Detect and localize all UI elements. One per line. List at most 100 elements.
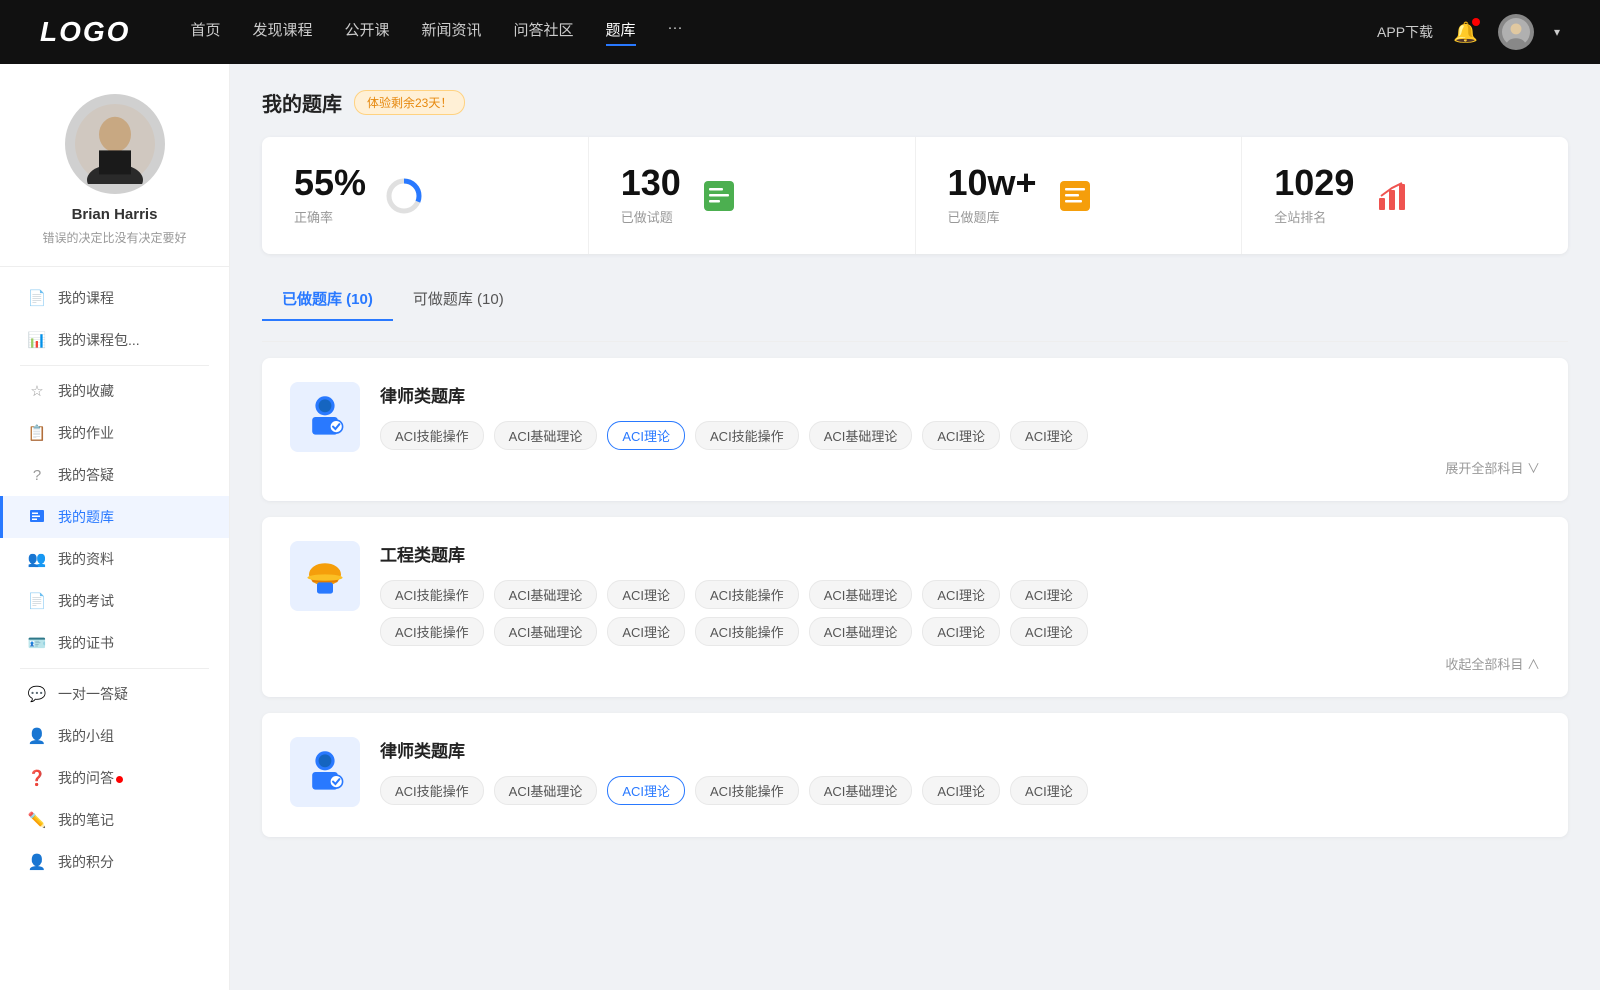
sidebar-item-myexam[interactable]: 📄 我的考试	[0, 580, 229, 622]
bank-tag-2-2[interactable]: ACI理论	[607, 580, 685, 609]
bank-tag-1-3[interactable]: ACI技能操作	[695, 421, 799, 450]
page-title: 我的题库	[262, 88, 342, 117]
main-content: 我的题库 体验剩余23天！ 55% 正确率	[230, 64, 1600, 990]
bank-tag-1-5[interactable]: ACI理论	[922, 421, 1000, 450]
sidebar: Brian Harris 错误的决定比没有决定要好 📄 我的课程 📊 我的课程包…	[0, 64, 230, 990]
sidebar-user-motto: 错误的决定比没有决定要好	[20, 229, 209, 246]
bank-tag-2-0[interactable]: ACI技能操作	[380, 580, 484, 609]
sidebar-label-mydata: 我的资料	[58, 549, 114, 569]
bank-tag-2-1[interactable]: ACI基础理论	[494, 580, 598, 609]
notification-bell[interactable]: 🔔	[1453, 20, 1478, 45]
bank-tag-2b-3[interactable]: ACI技能操作	[695, 617, 799, 646]
sidebar-item-mycert[interactable]: 🪪 我的证书	[0, 622, 229, 664]
nav-qa[interactable]: 问答社区	[514, 19, 574, 46]
homework-icon: 📋	[28, 424, 46, 442]
bank-tag-2b-6[interactable]: ACI理论	[1010, 617, 1088, 646]
course-icon: 📄	[28, 289, 46, 307]
app-download-btn[interactable]: APP下载	[1377, 22, 1433, 42]
bank-tag-1-1[interactable]: ACI基础理论	[494, 421, 598, 450]
sidebar-item-mydata[interactable]: 👥 我的资料	[0, 538, 229, 580]
sidebar-item-myqa[interactable]: ❓ 我的问答	[0, 757, 229, 799]
stat-done-banks-value: 10w+	[948, 165, 1037, 201]
sidebar-label-myanswer: 我的答疑	[58, 465, 114, 485]
stat-accuracy-label: 正确率	[294, 207, 366, 226]
tab-available[interactable]: 可做题库 (10)	[393, 278, 524, 321]
bank-tag-2b-5[interactable]: ACI理论	[922, 617, 1000, 646]
sidebar-item-favorites[interactable]: ☆ 我的收藏	[0, 370, 229, 412]
myexam-icon: 📄	[28, 592, 46, 610]
bank-tag-1-2[interactable]: ACI理论	[607, 421, 685, 450]
nav-more[interactable]: ···	[668, 19, 683, 46]
qa-dot	[116, 776, 123, 783]
sidebar-label-favorites: 我的收藏	[58, 381, 114, 401]
nav-news[interactable]: 新闻资讯	[422, 19, 482, 46]
bank-tag-3-6[interactable]: ACI理论	[1010, 776, 1088, 805]
tab-done[interactable]: 已做题库 (10)	[262, 278, 393, 321]
bank-tag-1-6[interactable]: ACI理论	[1010, 421, 1088, 450]
bank-tag-2-5[interactable]: ACI理论	[922, 580, 1000, 609]
sidebar-label-myqa: 我的问答	[58, 768, 123, 788]
page-header: 我的题库 体验剩余23天！	[262, 88, 1568, 117]
bank-tag-1-0[interactable]: ACI技能操作	[380, 421, 484, 450]
bank-card-3: 律师类题库 ACI技能操作 ACI基础理论 ACI理论 ACI技能操作 ACI基…	[262, 713, 1568, 837]
nav-home[interactable]: 首页	[190, 19, 220, 46]
bank-tag-2-4[interactable]: ACI基础理论	[809, 580, 913, 609]
bank-tag-1-4[interactable]: ACI基础理论	[809, 421, 913, 450]
sidebar-item-coursepackage[interactable]: 📊 我的课程包...	[0, 319, 229, 361]
expand-btn-2[interactable]: 收起全部科目 ∧	[380, 654, 1540, 673]
bank-tag-3-4[interactable]: ACI基础理论	[809, 776, 913, 805]
bank-tag-2b-4[interactable]: ACI基础理论	[809, 617, 913, 646]
bank-card-2-header: 工程类题库 ACI技能操作 ACI基础理论 ACI理论 ACI技能操作 ACI基…	[290, 541, 1540, 673]
stat-done-questions: 130 已做试题	[589, 137, 916, 254]
bank-card-1-header: 律师类题库 ACI技能操作 ACI基础理论 ACI理论 ACI技能操作 ACI基…	[290, 382, 1540, 477]
bank-tag-3-5[interactable]: ACI理论	[922, 776, 1000, 805]
done-questions-icon	[697, 174, 741, 218]
bank-tag-2b-2[interactable]: ACI理论	[607, 617, 685, 646]
myqa-icon: ❓	[28, 769, 46, 787]
nav-opencourse[interactable]: 公开课	[344, 19, 389, 46]
bank-tag-3-0[interactable]: ACI技能操作	[380, 776, 484, 805]
coursepackage-icon: 📊	[28, 331, 46, 349]
sidebar-label-questionbank: 我的题库	[58, 507, 114, 527]
notification-dot	[1472, 18, 1480, 26]
stat-done-banks: 10w+ 已做题库	[916, 137, 1243, 254]
bank-tag-2b-0[interactable]: ACI技能操作	[380, 617, 484, 646]
bank-tag-2-3[interactable]: ACI技能操作	[695, 580, 799, 609]
mydata-icon: 👥	[28, 550, 46, 568]
sidebar-item-questionbank[interactable]: 我的题库	[0, 496, 229, 538]
nav-questionbank[interactable]: 题库	[606, 19, 636, 46]
sidebar-item-onetoone[interactable]: 💬 一对一答疑	[0, 673, 229, 715]
bank-tag-3-1[interactable]: ACI基础理论	[494, 776, 598, 805]
nav-discover[interactable]: 发现课程	[252, 19, 312, 46]
sidebar-item-mypoints[interactable]: 👤 我的积分	[0, 841, 229, 883]
bank-tag-2b-1[interactable]: ACI基础理论	[494, 617, 598, 646]
mypoints-icon: 👤	[28, 853, 46, 871]
page-wrapper: Brian Harris 错误的决定比没有决定要好 📄 我的课程 📊 我的课程包…	[0, 64, 1600, 990]
expand-btn-1[interactable]: 展开全部科目 ∨	[380, 458, 1540, 477]
sidebar-item-myanswer[interactable]: ? 我的答疑	[0, 454, 229, 496]
sidebar-item-mygroup[interactable]: 👤 我的小组	[0, 715, 229, 757]
bank-tag-3-2[interactable]: ACI理论	[607, 776, 685, 805]
mygroup-icon: 👤	[28, 727, 46, 745]
sidebar-label-mygroup: 我的小组	[58, 726, 114, 746]
bank-icon-lawyer-1	[290, 382, 360, 452]
tabs: 已做题库 (10) 可做题库 (10)	[262, 278, 1568, 321]
sidebar-avatar	[65, 94, 165, 194]
bank-tag-2-6[interactable]: ACI理论	[1010, 580, 1088, 609]
done-banks-icon	[1053, 174, 1097, 218]
sidebar-item-mynotes[interactable]: ✏️ 我的笔记	[0, 799, 229, 841]
mycert-icon: 🪪	[28, 634, 46, 652]
user-avatar[interactable]	[1498, 14, 1534, 50]
sidebar-item-homework[interactable]: 📋 我的作业	[0, 412, 229, 454]
sidebar-item-mycourse[interactable]: 📄 我的课程	[0, 277, 229, 319]
onetoone-icon: 💬	[28, 685, 46, 703]
stat-done-banks-text: 10w+ 已做题库	[948, 165, 1037, 226]
bank-name-2: 工程类题库	[380, 541, 1540, 566]
bank-tag-3-3[interactable]: ACI技能操作	[695, 776, 799, 805]
questionbank-icon	[28, 508, 46, 526]
sidebar-sep-1	[20, 365, 209, 366]
avatar-dropdown-arrow[interactable]: ▾	[1554, 25, 1560, 39]
bank-icon-engineer	[290, 541, 360, 611]
bank-card-3-content: 律师类题库 ACI技能操作 ACI基础理论 ACI理论 ACI技能操作 ACI基…	[380, 737, 1540, 813]
stat-accuracy-text: 55% 正确率	[294, 165, 366, 226]
